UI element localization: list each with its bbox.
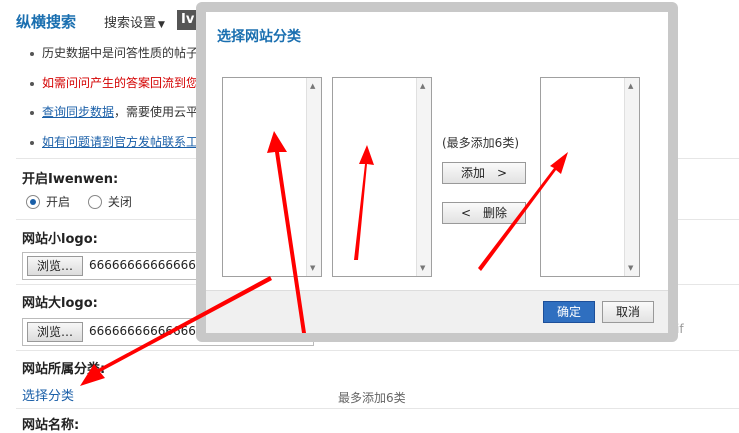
dialog-footer: 确定 取消 bbox=[206, 290, 668, 333]
scrollbar[interactable]: ▲ ▼ bbox=[306, 78, 321, 276]
open-radio-group: 开启 关闭 bbox=[26, 193, 146, 210]
category-list-secondary[interactable]: ▲ ▼ bbox=[332, 77, 432, 277]
info-bullet-sync: 查询同步数据，需要使用云平 bbox=[30, 103, 198, 120]
search-settings-menu[interactable]: 搜索设置 ▼ bbox=[104, 12, 165, 31]
small-logo-filename: 66666666666666 bbox=[89, 258, 196, 272]
scroll-up-icon[interactable]: ▲ bbox=[420, 82, 425, 90]
scroll-up-icon[interactable]: ▲ bbox=[310, 82, 315, 90]
category-label: 网站所属分类: bbox=[22, 362, 106, 377]
radio-off[interactable] bbox=[87, 194, 102, 209]
info-bullet-contact: 如有问题请到官方发帖联系工 bbox=[30, 133, 198, 150]
scroll-down-icon[interactable]: ▼ bbox=[420, 264, 425, 272]
divider bbox=[16, 408, 739, 409]
info-bullet-answer-flow: 如需问问产生的答案回流到您 bbox=[30, 74, 198, 91]
dialog-title: 选择网站分类 bbox=[217, 29, 301, 45]
sync-data-link[interactable]: 查询同步数据 bbox=[42, 105, 114, 119]
select-category-link[interactable]: 选择分类 bbox=[22, 385, 74, 404]
scrollbar[interactable]: ▲ ▼ bbox=[624, 78, 639, 276]
scroll-down-icon[interactable]: ▼ bbox=[628, 264, 633, 272]
selected-category-list[interactable]: ▲ ▼ bbox=[540, 77, 640, 277]
info-text: ，需要使用云平 bbox=[114, 105, 199, 119]
radio-on-label: 开启 bbox=[46, 195, 71, 209]
add-button[interactable]: 添加 > bbox=[442, 162, 526, 184]
category-dialog: 选择网站分类 ▲ ▼ ▲ ▼ (最多添加6类) 添加 > < 删除 ▲ ▼ 确定 取消 bbox=[196, 2, 678, 342]
info-bullet-history: 历史数据中是问答性质的帖子 bbox=[30, 44, 198, 61]
bullet-dot-icon bbox=[30, 140, 34, 145]
big-logo-label: 网站大logo: bbox=[22, 296, 98, 311]
search-settings-label: 搜索设置 bbox=[104, 16, 157, 31]
bullet-dot-icon bbox=[30, 110, 34, 115]
info-text: 历史数据中是问答性质的帖子 bbox=[42, 46, 199, 60]
max-category-note: 最多添加6类 bbox=[338, 391, 406, 405]
big-logo-filename: 66666666666666 bbox=[89, 324, 196, 338]
remove-button[interactable]: < 删除 bbox=[442, 202, 526, 224]
bullet-dot-icon bbox=[30, 51, 34, 56]
small-logo-label: 网站小logo: bbox=[22, 232, 98, 247]
browse-button[interactable]: 浏览… bbox=[27, 322, 83, 342]
divider bbox=[16, 350, 739, 351]
dialog-body: 选择网站分类 ▲ ▼ ▲ ▼ (最多添加6类) 添加 > < 删除 ▲ ▼ 确定 取消 bbox=[206, 12, 668, 333]
scroll-down-icon[interactable]: ▼ bbox=[310, 264, 315, 272]
browse-button[interactable]: 浏览… bbox=[27, 256, 83, 276]
info-text-red: 如需问问产生的答案回流到您 bbox=[42, 76, 199, 90]
bullet-dot-icon bbox=[30, 81, 34, 86]
radio-on[interactable] bbox=[26, 194, 40, 209]
cancel-button[interactable]: 取消 bbox=[602, 301, 654, 323]
category-list-primary[interactable]: ▲ ▼ bbox=[222, 77, 322, 277]
site-name-label: 网站名称: bbox=[22, 418, 80, 433]
chevron-down-icon: ▼ bbox=[158, 20, 165, 30]
brand-logo-text[interactable]: 纵横搜索 bbox=[16, 11, 76, 32]
scroll-up-icon[interactable]: ▲ bbox=[628, 82, 633, 90]
radio-off-label: 关闭 bbox=[107, 195, 132, 209]
max-add-note: (最多添加6类) bbox=[442, 136, 519, 150]
scrollbar[interactable]: ▲ ▼ bbox=[416, 78, 431, 276]
official-forum-link[interactable]: 如有问题请到官方发帖联系工 bbox=[42, 135, 198, 149]
open-iwenwen-label: 开启Iwenwen: bbox=[22, 172, 119, 187]
ok-button[interactable]: 确定 bbox=[543, 301, 595, 323]
